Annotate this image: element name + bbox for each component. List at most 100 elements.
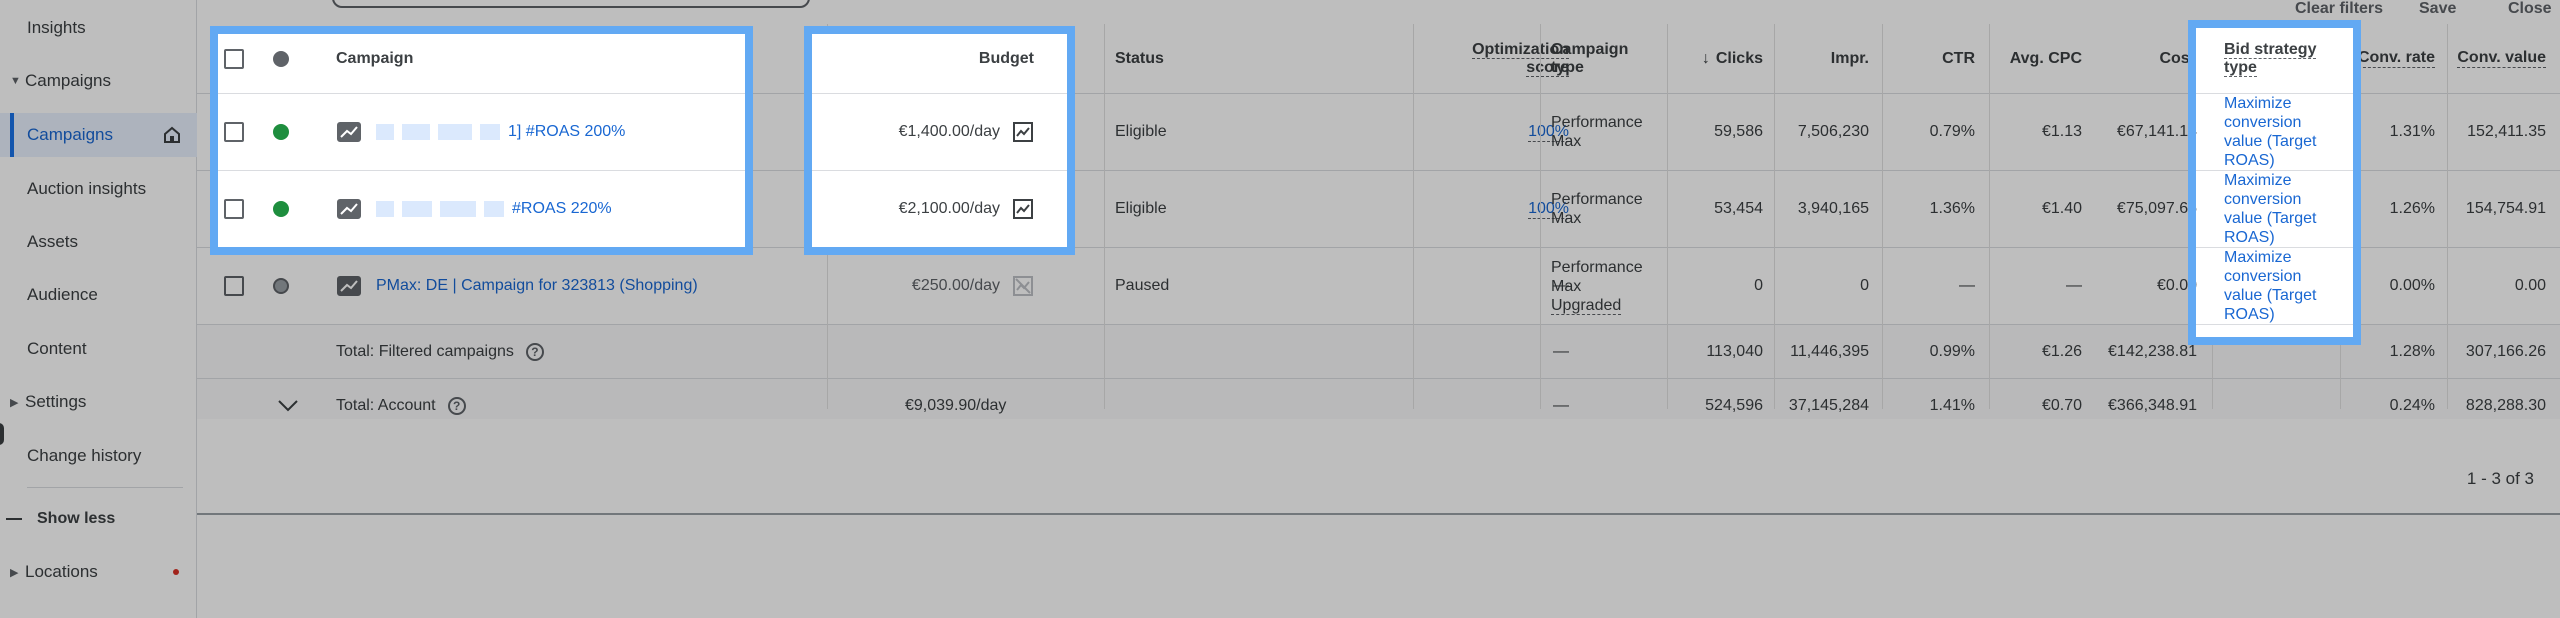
campaign-column-header[interactable]: Campaign — [336, 34, 413, 93]
cost-cell: €0.00 — [2196, 248, 2197, 324]
clear-filters-button[interactable]: Clear filters — [2295, 0, 2383, 18]
sidebar-item-insights[interactable]: Insights — [0, 6, 197, 50]
bid-strategy-cell[interactable]: Maximize conversion value (Target ROAS) — [2224, 94, 2344, 170]
show-less-button[interactable]: Show less — [0, 497, 197, 541]
home-icon[interactable] — [162, 125, 182, 145]
clicks-cell: 0 — [1754, 277, 1763, 294]
campaign-type-column-header[interactable]: Campaign type — [1551, 24, 1628, 93]
bid-strategy-line: Maximize — [2224, 249, 2292, 266]
conv-rate-cell: 1.26% — [2389, 200, 2435, 217]
redacted-text — [402, 201, 432, 217]
campaign-cell[interactable]: #ROAS 220% — [336, 171, 612, 247]
status-dot-cell[interactable] — [273, 94, 289, 170]
campaign-cell[interactable]: 1] #ROAS 200% — [336, 94, 625, 170]
status-dot-icon — [273, 50, 289, 67]
filter-chip[interactable] — [332, 0, 810, 8]
sidebar-item-auction-insights[interactable]: Auction insights — [0, 167, 197, 211]
budget-chart-icon[interactable] — [1012, 198, 1034, 220]
trend-chart-icon[interactable] — [336, 121, 362, 143]
status-dot-cell[interactable] — [273, 248, 289, 324]
campaign-cell[interactable]: PMax: DE | Campaign for 323813 (Shopping… — [336, 248, 698, 324]
table-row[interactable]: 1] #ROAS 200%€1,400.00/dayEligible100%Pe… — [218, 94, 745, 171]
close-button[interactable]: Close — [2508, 0, 2552, 18]
impressions-column-header[interactable]: Impr. — [1777, 24, 1869, 93]
bid-strategy-cell[interactable]: Maximize conversion value (Target ROAS) — [2224, 248, 2344, 324]
ctr-column-header[interactable]: CTR — [1887, 24, 1975, 93]
status-column-header[interactable] — [273, 34, 289, 93]
status-text-column-header[interactable]: Status — [1115, 24, 1164, 93]
optimization-score-cell[interactable]: 100% — [1414, 94, 1569, 170]
bid-strategy-cell[interactable]: Maximize conversion value (Target ROAS) — [2224, 171, 2344, 247]
help-icon[interactable]: ? — [447, 396, 466, 415]
budget-chart-icon[interactable] — [1012, 121, 1034, 143]
campaign-name-link[interactable]: PMax: DE | Campaign for 323813 (Shopping… — [376, 277, 698, 295]
budget-chart-icon[interactable] — [1012, 275, 1034, 297]
highlight-bid-strategy-region: Campaign Budget Status Optimizationscore… — [2196, 28, 2353, 337]
row-checkbox-cell[interactable] — [224, 248, 244, 324]
sidebar-section-settings[interactable]: ▶ Settings — [0, 380, 197, 424]
highlight-campaign-region: Campaign Budget Status Optimizationscore… — [218, 34, 745, 247]
help-icon[interactable]: ? — [525, 342, 544, 361]
redacted-text — [438, 124, 472, 140]
table-row[interactable]: #ROAS 220%€2,100.00/dayEligible100%Perfo… — [2196, 171, 2353, 248]
trend-chart-icon[interactable] — [336, 275, 362, 297]
clicks-column-header[interactable]: ↓ Clicks — [1667, 24, 1763, 93]
table-row[interactable]: #ROAS 220%€2,100.00/dayEligible100%Perfo… — [812, 171, 1067, 247]
optimization-score-cell[interactable]: 100% — [1414, 171, 1569, 247]
cost-column-header[interactable]: Cost — [2097, 24, 2195, 93]
checkbox[interactable] — [224, 122, 244, 142]
table-row[interactable]: PMax: DE | Campaign for 323813 (Shopping… — [2196, 248, 2353, 325]
impr-cell: 3,940,165 — [1797, 200, 1869, 217]
sidebar-item-label: Assets — [27, 232, 79, 251]
filter-bar: Clear filters Save Close — [197, 0, 2560, 24]
save-button[interactable]: Save — [2419, 0, 2456, 18]
table-row[interactable]: #ROAS 220%€2,100.00/dayEligible100%Perfo… — [218, 171, 745, 247]
checkbox[interactable] — [224, 48, 244, 69]
highlight-budget-region: Campaign Budget Status Optimizationscore… — [812, 34, 1067, 247]
collapse-handle[interactable] — [0, 423, 4, 445]
caret-right-icon: ▶ — [10, 396, 19, 409]
total-label-text: Total: Account — [336, 396, 436, 414]
sidebar-item-change-history[interactable]: Change history — [0, 434, 197, 478]
sidebar-item-campaigns[interactable]: Campaigns — [0, 113, 197, 157]
table-row[interactable]: 1] #ROAS 200%€1,400.00/dayEligible100%Pe… — [812, 94, 1067, 171]
sidebar-item-content[interactable]: Content — [0, 327, 197, 371]
sidebar-section-campaigns[interactable]: ▼ Campaigns — [0, 59, 197, 103]
campaign-name-link[interactable]: 1] #ROAS 200% — [376, 123, 625, 141]
conv-rate-column-header[interactable]: Conv. rate — [2345, 24, 2435, 93]
budget-cell: €250.00/day — [827, 248, 1034, 324]
budget-column-header[interactable]: Budget — [827, 34, 1034, 93]
conv-value-column-header[interactable]: Conv. value — [2447, 24, 2546, 93]
sidebar-item-label: Locations — [25, 562, 98, 581]
cost-cell: €75,097.65 — [2196, 171, 2197, 247]
trend-chart-icon[interactable] — [336, 198, 362, 220]
row-checkbox-cell[interactable] — [224, 171, 244, 247]
conv-rate-column-header[interactable]: Conv. rate — [2345, 28, 2353, 93]
header-line: Conv. rate — [2357, 49, 2435, 68]
status-dot-icon — [273, 201, 289, 217]
caret-down-icon: ▼ — [10, 75, 21, 87]
avg-cpc-column-header[interactable]: Avg. CPC — [1987, 24, 2082, 93]
select-all-checkbox[interactable] — [224, 34, 244, 93]
conv-rate-cell: 1.31% — [2389, 123, 2435, 140]
checkbox[interactable] — [224, 199, 244, 219]
redacted-text — [376, 124, 394, 140]
row-checkbox-cell[interactable] — [224, 94, 244, 170]
notification-dot — [173, 569, 179, 575]
campaign-type-cell: Performance Max — [1551, 171, 1643, 247]
header-line: type — [2224, 58, 2257, 77]
sidebar-item-label: Campaigns — [27, 125, 113, 144]
sidebar-item-assets[interactable]: Assets — [0, 220, 197, 264]
campaign-name-link[interactable]: #ROAS 220% — [376, 200, 612, 218]
pagination-label: 1 - 3 of 3 — [2466, 469, 2534, 488]
sidebar-item-audience[interactable]: Audience — [0, 273, 197, 317]
total-impr: 11,446,395 — [1790, 342, 1869, 360]
optimization-score-column-header[interactable]: Optimization score — [1414, 24, 1569, 93]
table-row[interactable]: 1] #ROAS 200%€1,400.00/dayEligible100%Pe… — [2196, 94, 2353, 171]
checkbox[interactable] — [224, 276, 244, 296]
sidebar: Insights ▼ Campaigns Campaigns Auction i… — [0, 0, 197, 618]
sidebar-section-locations[interactable]: ▶ Locations — [0, 550, 197, 594]
status-dot-cell[interactable] — [273, 171, 289, 247]
bid-strategy-column-header[interactable]: Bid strategytype — [2224, 28, 2317, 93]
impr-cell: 7,506,230 — [1797, 123, 1869, 140]
